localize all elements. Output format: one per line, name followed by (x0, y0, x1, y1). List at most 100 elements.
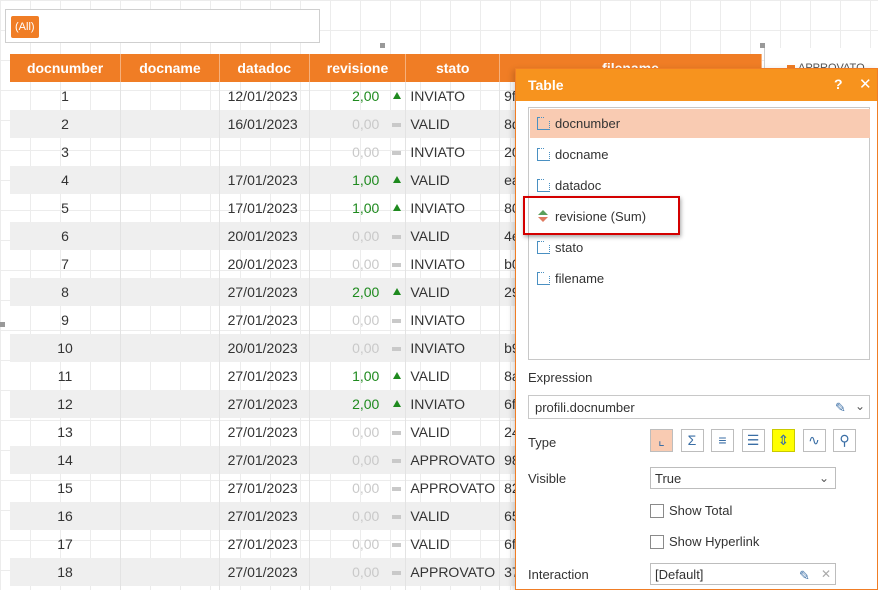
cell-docname (120, 474, 220, 502)
cell-docname (120, 194, 220, 222)
column-header-stato[interactable]: stato (405, 54, 501, 82)
cell-stato: VALID (405, 222, 501, 250)
cell-docname (120, 586, 220, 590)
resize-handle[interactable] (380, 43, 385, 48)
cell-docnumber: 3 (10, 138, 122, 166)
cell-stato: VALID (405, 586, 501, 590)
cell-docname (120, 362, 220, 390)
cell-docnumber: 6 (10, 222, 122, 250)
cell-revisione-text: 0,00 (352, 116, 380, 132)
trend-flat-icon (392, 235, 402, 239)
field-item-docname[interactable]: docname (530, 140, 870, 169)
cell-revisione-text: 2,00 (352, 88, 380, 104)
field-label: stato (555, 240, 584, 255)
show-hyperlink-checkbox[interactable] (650, 535, 664, 549)
interaction-label: Interaction (528, 567, 589, 582)
cell-docnumber-text: 7 (61, 256, 69, 272)
dimension-icon (537, 117, 550, 130)
cell-datadoc: 20/01/2023 (219, 222, 310, 250)
cell-stato: VALID (405, 278, 501, 306)
cell-stato: INVIATO (405, 390, 501, 418)
help-icon[interactable]: ? (834, 76, 843, 92)
cell-stato-text: INVIATO (410, 144, 466, 160)
chevron-down-icon[interactable]: ⌄ (819, 471, 829, 485)
column-header-docnumber[interactable]: docnumber (10, 54, 122, 82)
cell-docname (120, 530, 220, 558)
cell-revisione: 2,00 (309, 82, 407, 110)
cell-stato-text: VALID (410, 536, 450, 552)
cell-stato: VALID (405, 110, 501, 138)
dimension-icon[interactable]: ⌞ (650, 429, 673, 452)
cell-revisione: 0,00 (309, 222, 407, 250)
trend-up-icon (393, 372, 402, 379)
chevron-down-icon[interactable]: ⌄ (855, 399, 865, 413)
cell-datadoc-text: 17/01/2023 (227, 172, 298, 188)
cell-stato: VALID (405, 530, 501, 558)
cell-stato: VALID (405, 166, 501, 194)
cell-datadoc-text: 16/01/2023 (227, 116, 298, 132)
table-properties-panel: Table ? ✕ docnumber docname datadoc revisio… (515, 68, 878, 590)
indicator-icon[interactable]: ⇕ (772, 429, 795, 452)
cell-stato-text: VALID (410, 172, 450, 188)
cell-docnumber: 9 (10, 306, 122, 334)
cell-stato-text: INVIATO (410, 256, 466, 272)
clear-icon[interactable]: ✕ (821, 567, 831, 581)
sum-icon[interactable]: Σ (680, 429, 704, 452)
cell-docname (120, 334, 220, 362)
column-header-docname[interactable]: docname (120, 54, 220, 82)
cell-datadoc: 27/01/2023 (219, 418, 310, 446)
cell-revisione: 0,00 (309, 110, 407, 138)
column-header-datadoc[interactable]: datadoc (219, 54, 310, 82)
cell-docnumber-text: 18 (57, 564, 73, 580)
cell-datadoc-text: 20/01/2023 (227, 256, 298, 272)
cell-revisione: 0,00 (309, 446, 407, 474)
dimension-icon (537, 272, 550, 285)
cell-datadoc: 27/01/2023 (219, 502, 310, 530)
visible-label: Visible (528, 471, 567, 486)
cell-stato-text: APPROVATO (410, 452, 496, 468)
cell-docnumber: 11 (10, 362, 122, 390)
field-item-docnumber[interactable]: docnumber (530, 109, 870, 138)
cell-revisione: 0,00 (309, 502, 407, 530)
close-icon[interactable]: ✕ (859, 75, 872, 93)
cell-datadoc-text: 20/01/2023 (227, 228, 298, 244)
cell-stato-text: APPROVATO (410, 564, 496, 580)
cell-docnumber: 10 (10, 334, 122, 362)
column-header-revisione[interactable]: revisione (309, 54, 407, 82)
bullet-icon[interactable]: ⚲ (833, 429, 856, 452)
cell-datadoc: 17/01/2023 (219, 194, 310, 222)
cell-revisione-text: 1,00 (352, 172, 380, 188)
cell-stato-text: INVIATO (410, 200, 466, 216)
field-item-stato[interactable]: stato (530, 233, 870, 262)
trend-up-icon (393, 176, 402, 183)
cell-datadoc: 12/01/2023 (219, 82, 310, 110)
show-total-checkbox[interactable] (650, 504, 664, 518)
pencil-icon[interactable]: ✎ (799, 568, 810, 584)
expression-field[interactable]: profili.docnumber ✎ ⌄ (528, 395, 870, 419)
field-label: filename (555, 271, 605, 286)
color-scale-icon[interactable]: ☰ (741, 429, 765, 452)
filter-panel[interactable]: (All) (5, 9, 320, 43)
trend-flat-icon (392, 543, 402, 547)
cell-revisione: 0,00 (309, 558, 407, 586)
cell-stato: INVIATO (405, 194, 501, 222)
cell-revisione-text: 2,00 (352, 396, 380, 412)
cell-datadoc-text: 27/01/2023 (227, 452, 298, 468)
field-item-filename[interactable]: filename (530, 264, 870, 293)
cell-docnumber-text: 2 (61, 116, 69, 132)
pencil-icon[interactable]: ✎ (835, 400, 846, 416)
filter-all-chip[interactable]: (All) (11, 16, 39, 38)
cell-datadoc: 27/01/2023 (219, 446, 310, 474)
annotation-highlight (523, 196, 680, 235)
resize-handle[interactable] (0, 322, 5, 327)
trend-flat-icon (392, 151, 402, 155)
interaction-value: [Default] (655, 567, 704, 582)
cell-docnumber-text: 11 (57, 368, 73, 384)
cell-datadoc-text: 27/01/2023 (227, 508, 298, 524)
text-align-icon[interactable]: ≡ (711, 429, 734, 452)
sparkline-icon[interactable]: ∿ (802, 429, 826, 452)
cell-datadoc: 27/01/2023 (219, 474, 310, 502)
cell-datadoc: 27/01/2023 (219, 306, 310, 334)
interaction-field[interactable]: [Default] ✎ ✕ (650, 563, 836, 585)
visible-select[interactable]: True ⌄ (650, 467, 836, 489)
